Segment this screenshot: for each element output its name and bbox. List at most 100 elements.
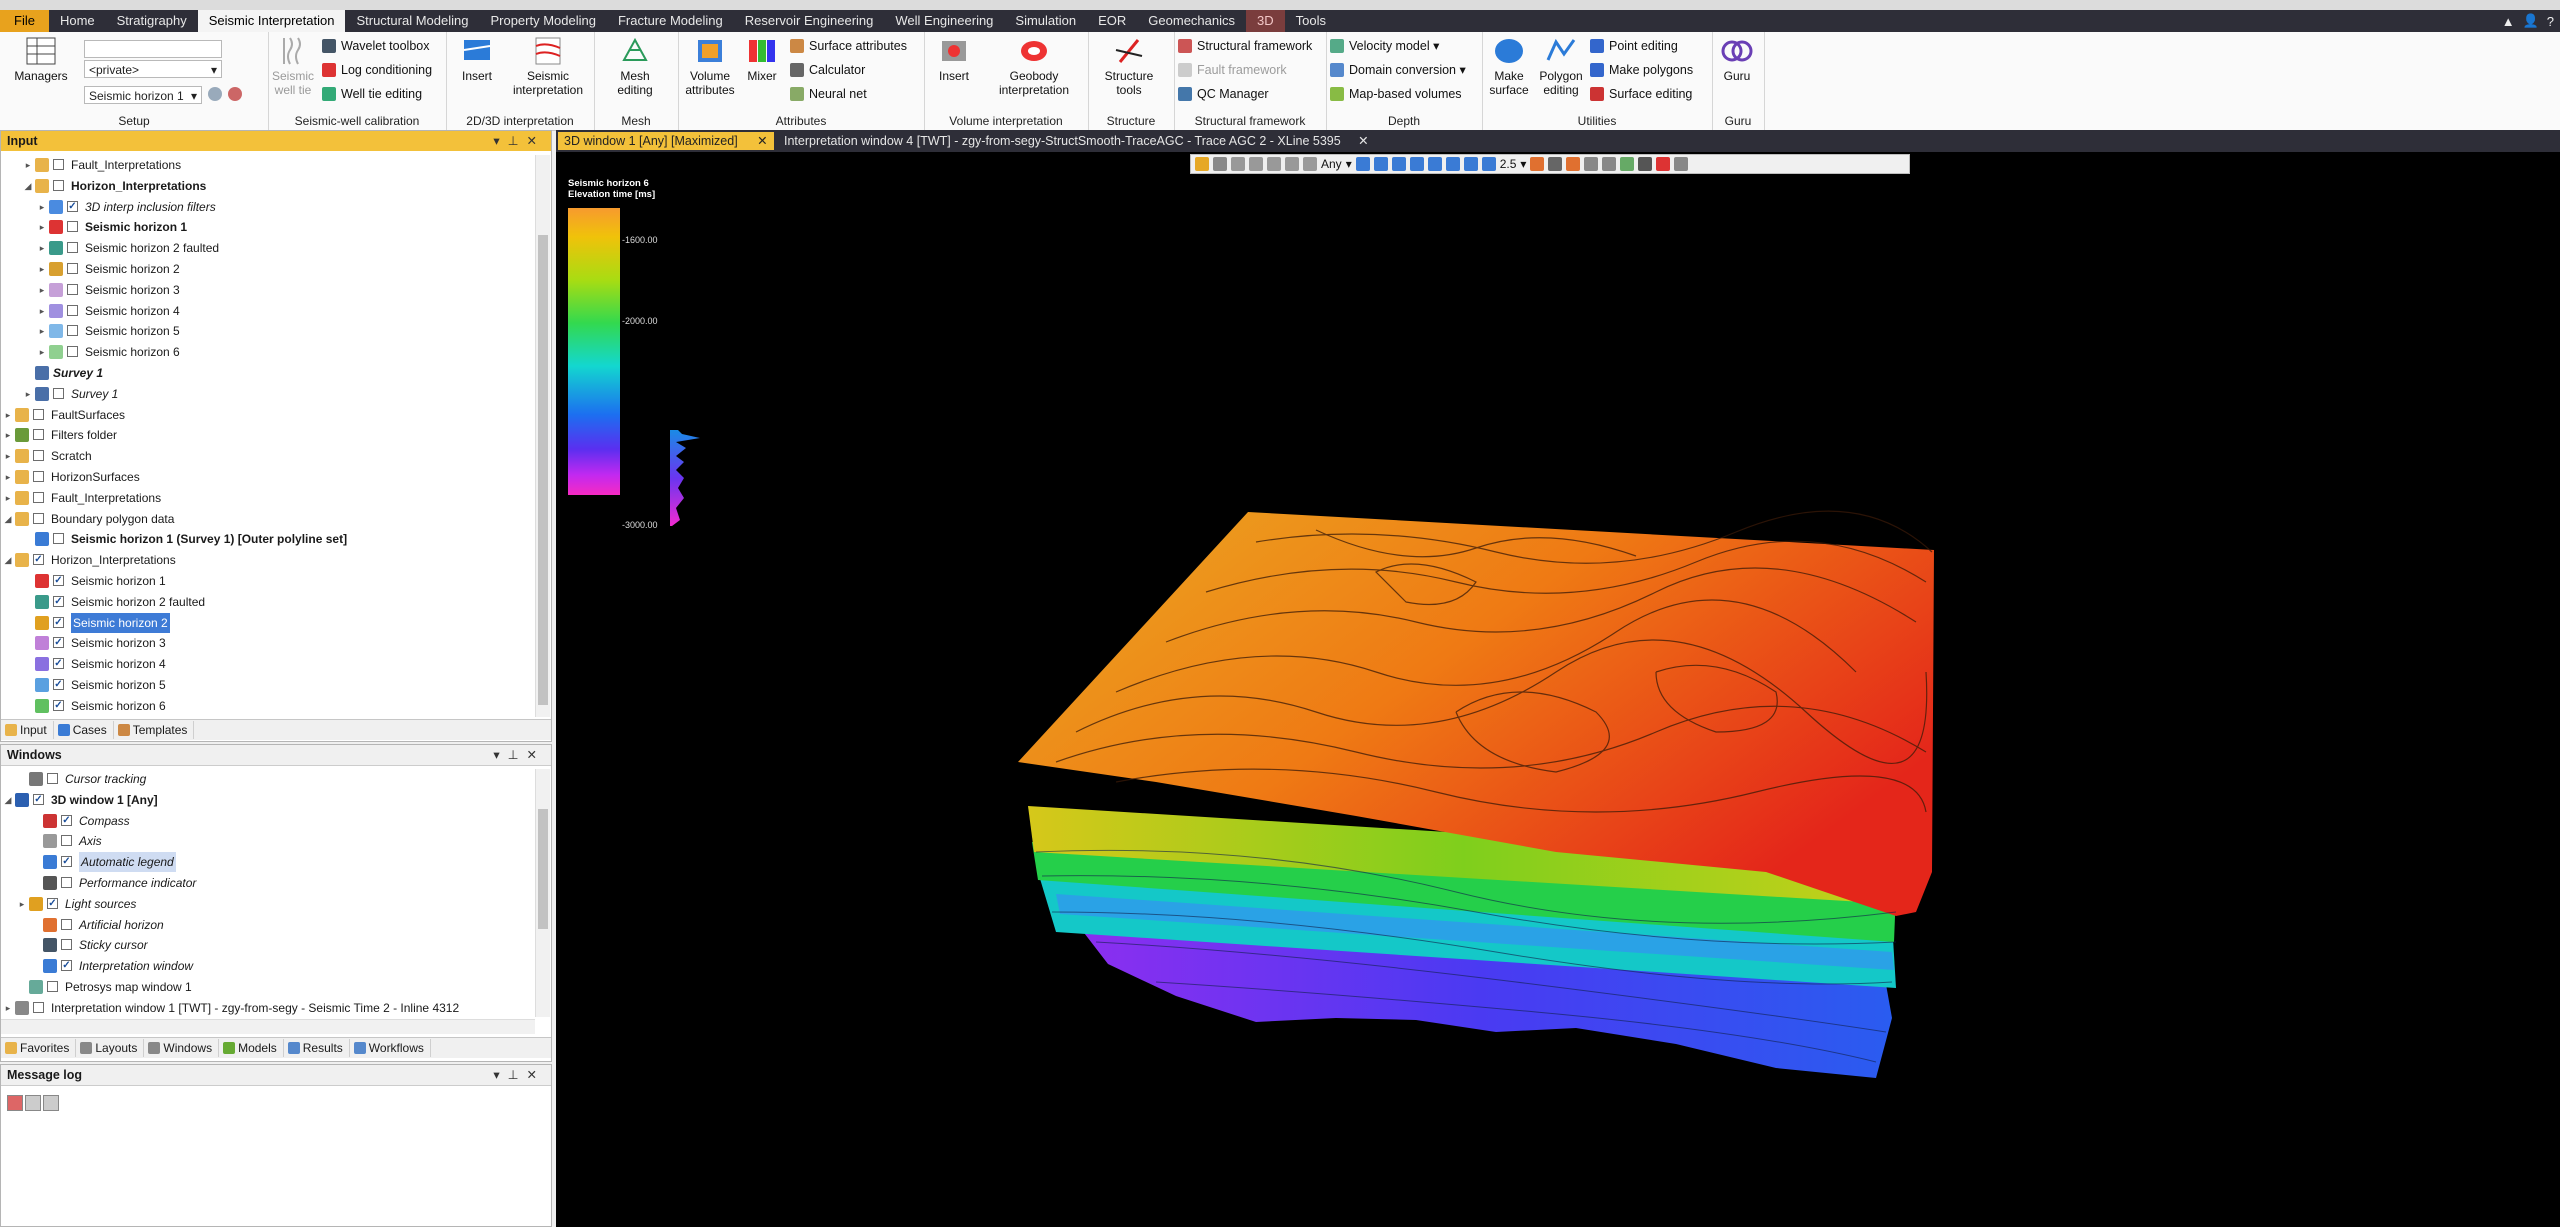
visibility-checkbox[interactable]	[33, 471, 44, 482]
expand-icon[interactable]: ▸	[3, 405, 13, 425]
visibility-checkbox[interactable]: ✓	[61, 856, 72, 868]
visibility-checkbox[interactable]	[53, 179, 64, 191]
expand-icon[interactable]: ▸	[3, 446, 13, 466]
visibility-checkbox[interactable]: ✓	[53, 679, 64, 690]
input-tree-row[interactable]: ▸ Filters folder	[1, 425, 535, 445]
menu-reservoir-engineering[interactable]: Reservoir Engineering	[734, 10, 885, 32]
input-tree-row[interactable]: ✓ Seismic horizon 2 faulted	[1, 592, 535, 612]
visibility-checkbox[interactable]	[67, 263, 78, 274]
windows-tree-row[interactable]: ✓ Interpretation window	[1, 956, 535, 976]
expand-icon[interactable]: ◢	[3, 509, 13, 529]
input-tree-row[interactable]: ✓ Seismic horizon 4	[1, 654, 535, 674]
visibility-checkbox[interactable]	[53, 387, 64, 399]
domain-conversion-button[interactable]: Domain conversion ▾	[1330, 60, 1466, 80]
volume-attributes-button[interactable]: Volume attributes	[680, 36, 740, 97]
visibility-checkbox[interactable]	[67, 325, 78, 337]
input-tree-row[interactable]: Survey 1	[1, 363, 535, 383]
expand-icon[interactable]: ▸	[37, 280, 47, 300]
input-tree-row[interactable]: ▸ Seismic horizon 1	[1, 217, 535, 237]
calculator-button[interactable]: Calculator	[790, 60, 865, 80]
windows-panel-controls-icon[interactable]: ▾⊥✕	[493, 745, 545, 765]
structural-framework-button[interactable]: Structural framework	[1178, 36, 1312, 56]
input-tree-row[interactable]: ▸ Seismic horizon 3	[1, 280, 535, 300]
expand-icon[interactable]: ▸	[37, 301, 47, 321]
input-tree-row[interactable]: ▸ Survey 1	[1, 384, 535, 404]
input-tree-row[interactable]: ▸ Seismic horizon 6	[1, 342, 535, 362]
mixer-button[interactable]: Mixer	[740, 36, 784, 83]
input-tree-row[interactable]: ▸ Seismic horizon 2 faulted	[1, 238, 535, 258]
visibility-checkbox[interactable]	[61, 918, 72, 930]
expand-icon[interactable]: ▸	[23, 155, 33, 175]
help-icon[interactable]: ?	[2547, 14, 2554, 29]
input-tree-row[interactable]: ✓ Seismic horizon 1	[1, 571, 535, 591]
visibility-checkbox[interactable]	[47, 773, 58, 784]
message-log-controls-icon[interactable]: ▾⊥✕	[493, 1065, 545, 1085]
windows-tree-row[interactable]: Axis	[1, 831, 535, 851]
visibility-checkbox[interactable]	[33, 450, 44, 462]
visibility-checkbox[interactable]	[33, 408, 44, 420]
menu-well-engineering[interactable]: Well Engineering	[884, 10, 1004, 32]
menu-property-modeling[interactable]: Property Modeling	[479, 10, 607, 32]
visibility-checkbox[interactable]	[33, 429, 44, 441]
input-tree-row[interactable]: ▸ Fault_Interpretations	[1, 155, 535, 175]
windows-tree-row[interactable]: ▸ ✓ Light sources	[1, 894, 535, 914]
expand-icon[interactable]: ▸	[37, 217, 47, 237]
project-combo[interactable]	[84, 40, 222, 58]
qc-manager-button[interactable]: QC Manager	[1178, 84, 1269, 104]
visibility-checkbox[interactable]	[33, 1001, 44, 1013]
input-tree-row[interactable]: ▸ FaultSurfaces	[1, 405, 535, 425]
input-tree-row[interactable]: ▸ HorizonSurfaces	[1, 467, 535, 487]
clear-icon[interactable]	[228, 87, 242, 101]
input-tree-row[interactable]: ✓ Seismic horizon 3	[1, 633, 535, 653]
expand-icon[interactable]: ▸	[37, 238, 47, 258]
input-tree-row[interactable]: ▸ Scratch	[1, 446, 535, 466]
make-surface-button[interactable]: Make surface	[1484, 36, 1534, 97]
input-tree-row[interactable]: ▸ Fault_Interpretations	[1, 488, 535, 508]
polygon-editing-button[interactable]: Polygon editing	[1534, 36, 1588, 97]
mesh-editing-button[interactable]: Mesh editing	[604, 36, 666, 97]
input-scroll-thumb[interactable]	[538, 235, 548, 705]
seismic-well-tie-button[interactable]: Seismic well tie	[268, 36, 318, 97]
expand-icon[interactable]: ▸	[37, 321, 47, 341]
visibility-checkbox[interactable]	[61, 939, 72, 951]
velocity-model-button[interactable]: Velocity model ▾	[1330, 36, 1439, 56]
tab-windows[interactable]: Windows	[144, 1039, 220, 1057]
settings-icon[interactable]	[208, 87, 222, 101]
expand-icon[interactable]: ▸	[37, 342, 47, 362]
log-conditioning-button[interactable]: Log conditioning	[322, 60, 432, 80]
input-tree-row[interactable]: ✓ Seismic horizon 5	[1, 675, 535, 695]
fault-framework-button[interactable]: Fault framework	[1178, 60, 1287, 80]
windows-tree-row[interactable]: Petrosys map window 1	[1, 977, 535, 997]
expand-icon[interactable]: ▸	[3, 998, 13, 1017]
collapse-ribbon-icon[interactable]: ▲	[2502, 14, 2515, 29]
managers-button[interactable]: Managers	[10, 36, 72, 83]
panel-controls-icon[interactable]: ▾⊥✕	[493, 131, 545, 151]
expand-icon[interactable]: ◢	[23, 176, 33, 196]
expand-icon[interactable]: ▸	[37, 259, 47, 279]
visibility-checkbox[interactable]: ✓	[67, 200, 78, 212]
horizon-combo[interactable]: Seismic horizon 1 ▾	[84, 86, 202, 104]
visibility-checkbox[interactable]	[67, 221, 78, 233]
menu-home[interactable]: Home	[49, 10, 106, 32]
expand-icon[interactable]: ▸	[3, 467, 13, 487]
expand-icon[interactable]: ▸	[3, 488, 13, 508]
tab-cases[interactable]: Cases	[54, 721, 114, 739]
menu-seismic-interpretation[interactable]: Seismic Interpretation	[197, 10, 346, 32]
expand-icon[interactable]: ▸	[23, 384, 33, 404]
windows-tree-row[interactable]: ▸ Interpretation window 1 [TWT] - zgy-fro…	[1, 998, 535, 1017]
visibility-checkbox[interactable]: ✓	[53, 595, 64, 607]
visibility-checkbox[interactable]	[67, 346, 78, 358]
windows-scroll-thumb[interactable]	[538, 809, 548, 929]
windows-scrollbar[interactable]	[535, 769, 550, 1017]
menu-file[interactable]: File	[0, 10, 49, 32]
input-scrollbar[interactable]	[535, 155, 550, 717]
guru-button[interactable]: Guru	[1712, 36, 1762, 83]
surface-attributes-button[interactable]: Surface attributes	[790, 36, 907, 56]
visibility-checkbox[interactable]	[33, 491, 44, 503]
input-tree-row[interactable]: ◢ ✓ Horizon_Interpretations	[1, 550, 535, 570]
input-tree-row[interactable]: ◢ Boundary polygon data	[1, 509, 535, 529]
tab-templates[interactable]: Templates	[114, 721, 195, 739]
log-copy-icon[interactable]	[25, 1095, 41, 1111]
map-based-volumes-button[interactable]: Map-based volumes	[1330, 84, 1462, 104]
visibility-checkbox[interactable]: ✓	[53, 658, 64, 670]
